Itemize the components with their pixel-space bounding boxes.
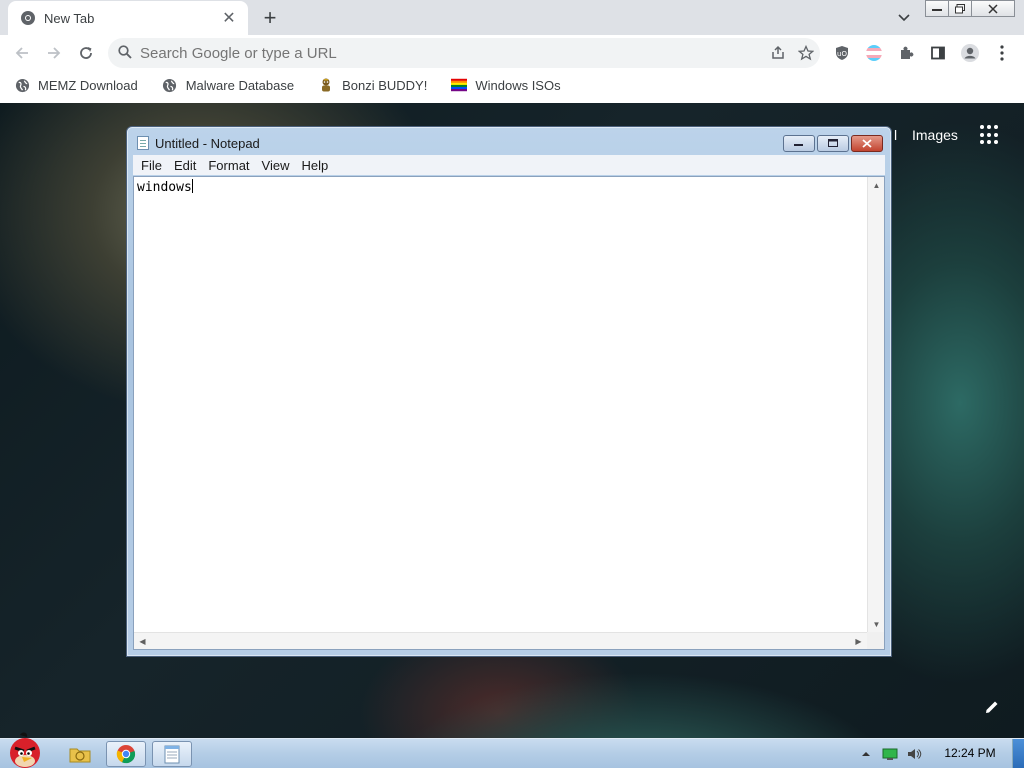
menu-format[interactable]: Format [202, 158, 255, 173]
scroll-right-arrow-icon[interactable]: ▶ [850, 633, 867, 650]
resize-grip[interactable] [867, 632, 884, 649]
bookmarks-bar: MEMZ Download Malware Database Bonzi BUD… [0, 70, 1024, 100]
window-caption-buttons [925, 0, 1015, 18]
forward-arrow-icon[interactable] [40, 39, 68, 67]
ublock-extension-icon[interactable]: uO [828, 39, 856, 67]
text-caret [191, 179, 193, 193]
taskbar-notepad-icon[interactable] [152, 741, 192, 767]
share-icon[interactable] [764, 39, 792, 67]
tab-close-icon[interactable]: ✕ [220, 9, 238, 27]
scroll-left-arrow-icon[interactable]: ◀ [134, 633, 151, 650]
profile-avatar-icon[interactable] [956, 39, 984, 67]
system-tray [855, 739, 927, 768]
address-input[interactable] [140, 44, 764, 62]
notepad-text-area[interactable]: windows ▲ ▼ ◀ ▶ [133, 176, 885, 650]
browser-toolbar: uO [0, 35, 1024, 70]
new-tab-button[interactable]: + [258, 5, 282, 30]
trans-flag-extension-icon[interactable] [860, 39, 888, 67]
notepad-menubar: File Edit Format View Help [133, 155, 885, 175]
browser-window: New Tab ✕ + Search Google or type a URL … [0, 0, 1024, 103]
taskbar-chrome-icon[interactable] [106, 741, 146, 767]
scroll-up-arrow-icon[interactable]: ▲ [868, 177, 885, 194]
tab-new-tab[interactable]: New Tab ✕ [8, 1, 248, 35]
show-desktop-button[interactable] [1012, 739, 1024, 768]
extensions-puzzle-icon[interactable] [892, 39, 920, 67]
back-arrow-icon[interactable] [8, 39, 36, 67]
side-panel-icon[interactable] [924, 39, 952, 67]
bookmark-windows-isos[interactable]: Windows ISOs [447, 72, 564, 98]
minimize-button[interactable] [925, 0, 949, 17]
bookmark-label: Bonzi BUDDY! [342, 77, 428, 93]
bookmark-label: MEMZ Download [38, 77, 138, 93]
bonzi-icon [318, 77, 334, 93]
menu-file[interactable]: File [135, 158, 168, 173]
chrome-menu-icon[interactable] [988, 39, 1016, 67]
taskbar-explorer-folder-icon[interactable] [60, 741, 100, 767]
bookmark-malware-database[interactable]: Malware Database [158, 72, 298, 98]
taskbar: 12:24 PM [0, 732, 1024, 768]
customize-pencil-icon[interactable] [982, 697, 1002, 717]
bookmark-label: Malware Database [185, 77, 295, 93]
bookmark-label: Windows ISOs [475, 77, 561, 93]
tab-strip: New Tab ✕ + [0, 0, 1024, 35]
notepad-minimize-button[interactable] [783, 135, 815, 152]
globe-icon [14, 77, 30, 93]
google-apps-icon[interactable] [980, 125, 1000, 145]
taskbar-clock[interactable]: 12:24 PM [930, 746, 1010, 760]
menu-view[interactable]: View [256, 158, 296, 173]
notepad-close-button[interactable] [851, 135, 883, 152]
notepad-text: windows [137, 180, 192, 195]
images-link[interactable]: Images [912, 127, 958, 143]
chrome-favicon-icon [20, 10, 36, 26]
scroll-down-arrow-icon[interactable]: ▼ [868, 616, 885, 633]
notepad-text-content: windows [137, 179, 193, 195]
start-button-angry-bird-icon[interactable] [2, 731, 48, 768]
search-icon [118, 44, 132, 62]
tab-title: New Tab [44, 10, 95, 26]
notepad-title: Untitled - Notepad [155, 136, 260, 151]
show-hidden-icons-chevron-icon[interactable] [855, 743, 877, 765]
bookmark-bonzi-buddy[interactable]: Bonzi BUDDY! [314, 72, 431, 98]
globe-icon [162, 77, 178, 93]
menu-edit[interactable]: Edit [168, 158, 202, 173]
notepad-titlebar[interactable]: Untitled - Notepad [127, 127, 891, 157]
close-window-button[interactable] [971, 0, 1015, 17]
notepad-window: Untitled - Notepad File Edit Format View… [126, 126, 892, 657]
rainbow-flag-icon [451, 77, 468, 93]
network-icon[interactable] [879, 743, 901, 765]
menu-help[interactable]: Help [295, 158, 334, 173]
notepad-caption-buttons [781, 135, 883, 152]
reload-icon[interactable] [72, 39, 100, 67]
tab-search-chevron-icon[interactable] [893, 7, 915, 29]
horizontal-scrollbar[interactable]: ◀ ▶ [134, 632, 867, 649]
omnibox[interactable] [108, 38, 820, 68]
volume-speaker-icon[interactable] [903, 743, 925, 765]
notepad-maximize-button[interactable] [817, 135, 849, 152]
notepad-app-icon [137, 136, 149, 150]
bookmark-memz-download[interactable]: MEMZ Download [10, 72, 142, 98]
restore-button[interactable] [948, 0, 972, 17]
gmail-link-partial[interactable]: l [894, 127, 897, 143]
bookmark-star-icon[interactable] [792, 39, 820, 67]
vertical-scrollbar[interactable]: ▲ ▼ [867, 177, 884, 633]
svg-text:uO: uO [837, 50, 847, 58]
